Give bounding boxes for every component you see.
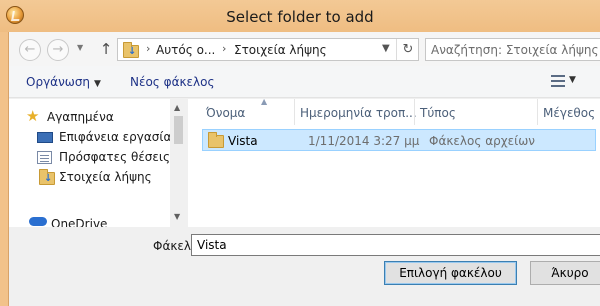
organize-menu[interactable]: Οργάνωση ▼	[26, 75, 101, 89]
sidebar-item-label: OneDrive	[51, 217, 108, 227]
scroll-down-icon[interactable]: ▼	[174, 212, 180, 221]
refresh-icon: ↻	[402, 42, 414, 57]
window-title: Select folder to add	[226, 8, 374, 26]
column-divider[interactable]	[414, 99, 415, 125]
command-toolbar: Οργάνωση ▼ Νέος φάκελος ▼	[9, 66, 600, 98]
desktop-icon	[37, 132, 53, 143]
navigation-pane: ★ Αγαπημένα Επιφάνεια εργασίας Πρόσφατες…	[9, 99, 187, 227]
file-type: Φάκελος αρχείων	[429, 134, 535, 148]
sidebar-item-label: Αγαπημένα	[47, 110, 114, 124]
up-button[interactable]: ↑	[97, 38, 115, 60]
sidebar-item-label: Στοιχεία λήψης	[59, 170, 152, 184]
breadcrumb-downloads[interactable]: Στοιχεία λήψης	[234, 43, 327, 57]
chevron-down-icon: ▼	[94, 79, 101, 89]
sidebar-scrollbar[interactable]: ▲ ▼	[170, 99, 187, 227]
column-header-label: Ημερομηνία τροπ...	[300, 106, 417, 120]
sidebar-item-downloads[interactable]: ↓ Στοιχεία λήψης	[9, 167, 169, 187]
onedrive-icon	[29, 217, 47, 226]
address-bar[interactable]: ↓ › Αυτός ο... › Στοιχεία λήψης ▼ ↻	[117, 38, 419, 61]
downloads-folder-icon: ↓	[39, 169, 55, 185]
select-folder-button[interactable]: Επιλογή φακέλου	[384, 261, 517, 285]
recent-locations-dropdown[interactable]: ▼	[77, 43, 83, 52]
column-divider[interactable]	[294, 99, 295, 125]
column-divider[interactable]	[537, 99, 538, 125]
column-header-label: Τύπος	[420, 106, 456, 120]
downloads-folder-icon: ↓	[123, 42, 139, 58]
refresh-button[interactable]: ↻	[398, 40, 418, 60]
dialog-window: ← → ▼ ↑ ↓ › Αυτός ο... › Στοιχεία λήψης …	[8, 32, 600, 306]
column-header-label: Όνομα	[206, 106, 246, 120]
breadcrumb-this-pc[interactable]: Αυτός ο...	[156, 43, 215, 57]
column-header-type[interactable]: Τύπος	[420, 99, 530, 125]
sidebar-item-recent[interactable]: Πρόσφατες θέσεις	[9, 147, 171, 167]
folder-icon	[208, 132, 224, 148]
navigation-bar: ← → ▼ ↑ ↓ › Αυτός ο... › Στοιχεία λήψης …	[9, 32, 600, 66]
sidebar-item-label: Πρόσφατες θέσεις	[59, 150, 171, 164]
file-list: ▲ Όνομα Ημερομηνία τροπ... Τύπος Μέγεθος…	[188, 97, 600, 227]
column-header-name[interactable]: ▲ Όνομα	[206, 97, 292, 125]
breadcrumb-chevron-icon[interactable]: ›	[222, 42, 226, 55]
organize-label: Οργάνωση	[26, 75, 91, 89]
file-date: 1/11/2014 3:27 μμ	[308, 134, 420, 148]
back-arrow-icon: ←	[24, 42, 36, 57]
column-header-date[interactable]: Ημερομηνία τροπ...	[300, 99, 418, 125]
dialog-footer: Φάκελος: Επιλογή φακέλου Άκυρο	[9, 227, 600, 306]
address-divider	[396, 39, 397, 60]
recent-places-icon	[37, 151, 52, 164]
star-icon: ★	[26, 107, 40, 125]
chevron-down-icon[interactable]: ▼	[569, 75, 576, 85]
back-button[interactable]: ←	[19, 39, 41, 61]
new-folder-button[interactable]: Νέος φάκελος	[130, 75, 215, 89]
up-arrow-icon: ↑	[99, 40, 113, 58]
scrollbar-thumb[interactable]	[174, 116, 183, 144]
search-box[interactable]: Αναζήτηση: Στοιχεία λήψης	[425, 38, 600, 61]
search-input[interactable]: Αναζήτηση: Στοιχεία λήψης	[431, 43, 599, 57]
table-row[interactable]: Vista 1/11/2014 3:27 μμ Φάκελος αρχείων	[202, 129, 596, 151]
scroll-up-icon[interactable]: ▲	[174, 103, 180, 112]
column-header-size[interactable]: Μέγεθος	[543, 99, 599, 125]
title-bar: Select folder to add	[0, 0, 600, 32]
sidebar-item-onedrive[interactable]: OneDrive	[9, 211, 169, 227]
folder-name-field[interactable]	[191, 234, 600, 256]
forward-arrow-icon: →	[52, 42, 64, 57]
breadcrumb-chevron-icon[interactable]: ›	[146, 42, 150, 55]
column-header-label: Μέγεθος	[543, 106, 596, 120]
cancel-button[interactable]: Άκυρο	[530, 261, 600, 285]
sort-ascending-icon: ▲	[261, 97, 268, 106]
sidebar-item-favorites[interactable]: ★ Αγαπημένα	[9, 107, 169, 127]
sidebar-item-label: Επιφάνεια εργασίας	[59, 130, 179, 144]
sidebar-item-desktop[interactable]: Επιφάνεια εργασίας	[9, 127, 178, 147]
file-name: Vista	[228, 134, 258, 148]
chevron-down-icon[interactable]: ▼	[382, 43, 390, 54]
forward-button[interactable]: →	[47, 39, 69, 61]
view-options-icon[interactable]	[551, 75, 565, 87]
